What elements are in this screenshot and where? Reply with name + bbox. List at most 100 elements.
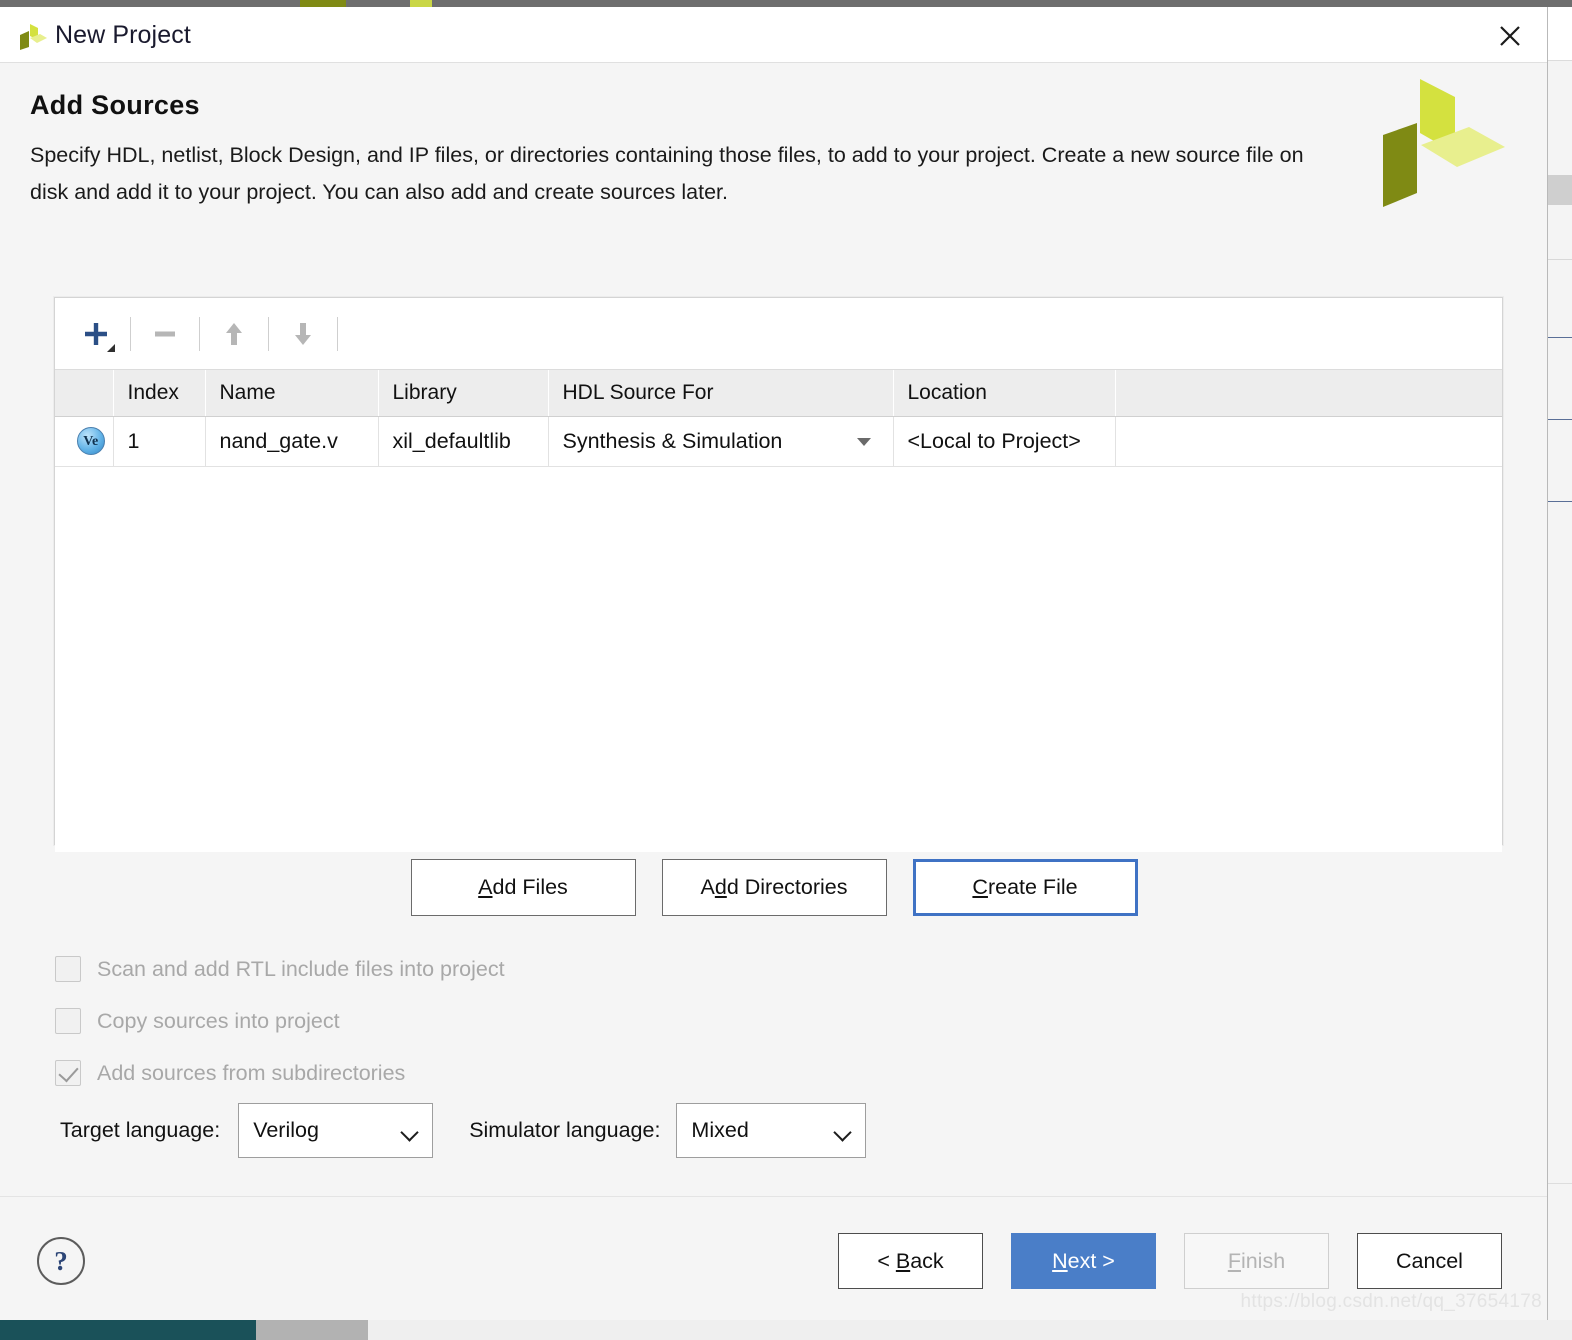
move-up-button[interactable] [209,309,259,359]
bg-strip-line [1548,337,1572,338]
add-files-button[interactable]: Add Files [410,859,636,916]
target-language-label: Target language: [60,1118,221,1142]
minus-icon [155,331,175,336]
checkbox-row-scan-rtl[interactable]: Scan and add RTL include files into proj… [55,943,505,995]
create-file-label-rest: reate File [987,875,1078,899]
checkbox-label-add-subdirs: Add sources from subdirectories [97,1060,406,1085]
finish-mnemonic: F [1227,1248,1241,1273]
help-question-icon[interactable]: ? [37,1237,85,1285]
finish-button: Finish [1184,1233,1329,1289]
target-language-value: Verilog [253,1118,319,1142]
background-logo-fragment-bright [410,0,432,7]
background-window-right-strip [1548,7,1572,1320]
back-label-rest: ack [910,1248,944,1273]
column-header-filler [1115,370,1502,417]
sources-panel: Index Name Library HDL Source For Locati… [54,297,1503,852]
taskbar-segment-teal [0,1320,256,1340]
simulator-language-label: Simulator language: [469,1118,661,1142]
chevron-down-icon[interactable] [836,1126,849,1139]
checkbox-row-add-subdirs[interactable]: Add sources from subdirectories [55,1047,505,1099]
back-label-pre: < [877,1248,896,1273]
back-button[interactable]: < Back [838,1233,983,1289]
add-files-mnemonic: A [478,875,493,899]
column-header-index[interactable]: Index [113,370,206,417]
bg-strip-titlebar [1548,7,1572,61]
page-description: Specify HDL, netlist, Block Design, and … [30,143,1304,204]
dialog-title: New Project [55,21,191,49]
remove-source-button[interactable] [140,309,190,359]
background-window-sliver [0,0,1572,7]
table-empty-area[interactable] [55,466,1502,852]
cell-library[interactable]: xil_defaultlib [378,416,549,467]
column-header-location[interactable]: Location [893,370,1116,417]
add-directories-label-pre: A [700,875,715,899]
column-header-library[interactable]: Library [378,370,549,417]
column-header-hdl-source-for[interactable]: HDL Source For [548,370,894,417]
source-action-buttons: Add Files Add Directories Create File [0,859,1547,916]
next-label-rest: ext > [1067,1248,1115,1273]
toolbar-separator [337,316,338,351]
new-project-dialog: New Project Add Sources Specify HDL, net… [0,7,1548,1320]
bg-strip-line [1548,419,1572,420]
wizard-navigation-buttons: < Back Next > Finish Cancel [838,1233,1502,1289]
cell-name: nand_gate.v [205,416,379,467]
dialog-header: Add Sources Specify HDL, netlist, Block … [0,63,1547,275]
move-down-button[interactable] [278,309,328,359]
background-logo-fragment-dark [300,0,346,7]
add-directories-mnemonic: d [714,875,727,899]
taskbar [0,1320,1572,1340]
language-options: Target language: Verilog Simulator langu… [60,1103,867,1158]
bg-strip-scrollbar-thumb[interactable] [1548,175,1572,205]
create-file-button[interactable]: Create File [912,859,1138,916]
taskbar-segment-light [368,1320,1572,1340]
bg-strip-line [1548,259,1572,260]
next-mnemonic: N [1052,1248,1068,1273]
bg-strip-line [1548,1183,1572,1184]
checkbox-row-copy-sources[interactable]: Copy sources into project [55,995,505,1047]
finish-label-rest: inish [1240,1248,1286,1273]
simulator-language-value: Mixed [691,1118,749,1142]
watermark: https://blog.csdn.net/qq_37654178 [1240,1291,1542,1312]
sources-toolbar [55,298,1502,370]
hdl-source-value: Synthesis & Simulation [562,428,783,453]
cell-file-type-icon: Ve [55,416,114,467]
cell-hdl-source-for[interactable]: Synthesis & Simulation [548,416,894,467]
checkbox-scan-rtl[interactable] [55,956,81,982]
cell-filler [1115,416,1502,467]
xilinx-logo-icon [1365,71,1525,217]
dialog-titlebar: New Project [0,7,1547,63]
column-header-name[interactable]: Name [205,370,379,417]
chevron-down-icon[interactable] [403,1126,416,1139]
source-options: Scan and add RTL include files into proj… [55,943,505,1099]
xilinx-logo-icon [18,21,48,51]
add-sources-button[interactable] [71,309,121,359]
dropdown-triangle-icon[interactable] [107,343,115,352]
add-directories-label-rest: d Directories [726,875,848,899]
checkbox-add-subdirs[interactable] [55,1060,81,1086]
table-row[interactable]: Ve 1 nand_gate.v xil_defaultlib Synthesi… [55,416,1502,467]
checkbox-label-scan-rtl: Scan and add RTL include files into proj… [97,956,505,981]
arrow-down-icon [295,322,311,345]
cell-location: <Local to Project> [893,416,1116,467]
toolbar-separator [268,316,269,351]
checkbox-copy-sources[interactable] [55,1008,81,1034]
target-language-select[interactable]: Verilog [238,1103,434,1158]
bg-strip-line [1548,501,1572,502]
cancel-button[interactable]: Cancel [1357,1233,1502,1289]
simulator-language-select[interactable]: Mixed [676,1103,867,1158]
table-header-row: Index Name Library HDL Source For Locati… [55,370,1502,417]
toolbar-separator [199,316,200,351]
verilog-file-icon: Ve [76,427,105,455]
add-directories-button[interactable]: Add Directories [661,859,887,916]
cell-index: 1 [113,416,206,467]
create-file-mnemonic: C [972,875,988,899]
next-button[interactable]: Next > [1011,1233,1156,1289]
close-icon[interactable] [1487,15,1533,57]
chevron-down-icon[interactable] [856,438,871,446]
add-files-label-rest: dd Files [492,875,568,899]
toolbar-separator [130,316,131,351]
dialog-footer: ? < Back Next > Finish Cancel https://bl… [0,1197,1547,1320]
column-header-icon[interactable] [55,370,114,417]
sources-table: Index Name Library HDL Source For Locati… [55,370,1502,467]
page-title: Add Sources [30,90,200,120]
